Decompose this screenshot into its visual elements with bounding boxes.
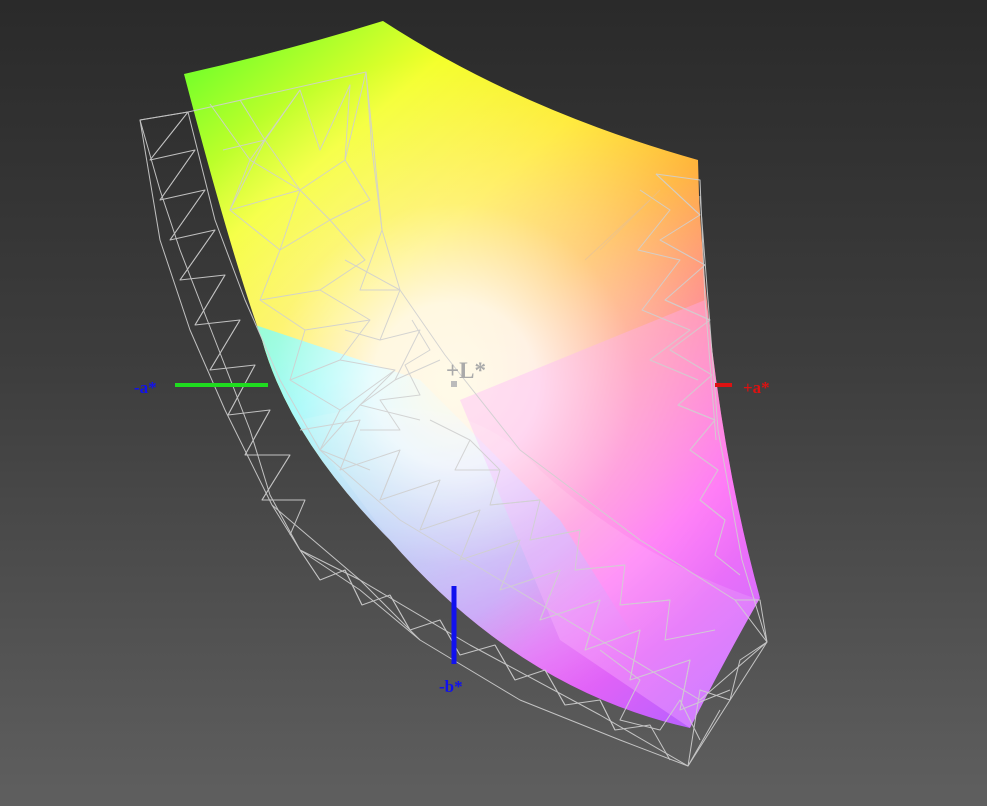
neg-a-axis-label: -a* (134, 378, 157, 397)
pos-a-axis-label: +a* (743, 378, 770, 397)
neg-b-axis-label: -b* (439, 677, 463, 696)
gamut-solid (184, 21, 760, 728)
pos-l-axis-label: +L* (446, 358, 486, 383)
gamut-3d-view: -a* +a* -b* +L* (134, 21, 770, 767)
